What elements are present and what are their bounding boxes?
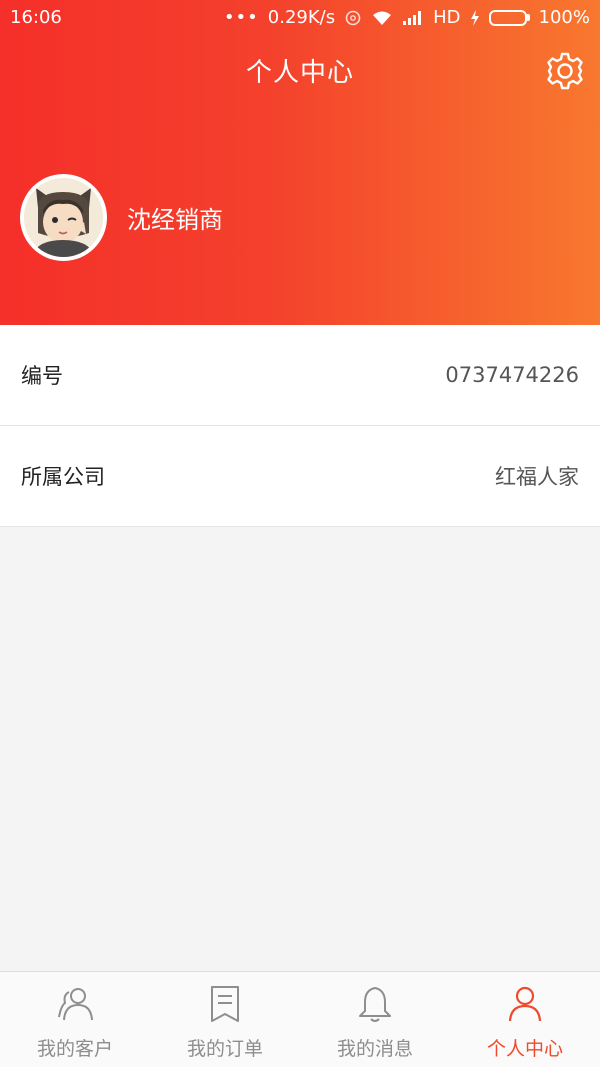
tab-my-orders[interactable]: 我的订单 xyxy=(150,972,300,1067)
tab-label: 我的消息 xyxy=(336,1038,413,1060)
avatar-image xyxy=(24,178,103,257)
signal-icon xyxy=(402,10,424,26)
status-time: 16:06 xyxy=(10,7,62,28)
info-row-company: 所属公司 红福人家 xyxy=(0,426,600,527)
company-label: 所属公司 xyxy=(21,465,105,489)
id-label: 编号 xyxy=(21,364,63,388)
network-speed: 0.29K/s xyxy=(267,7,336,28)
settings-button[interactable] xyxy=(544,50,586,92)
avatar[interactable] xyxy=(20,174,107,261)
tab-my-messages[interactable]: 我的消息 xyxy=(300,972,450,1067)
battery-percent: 100% xyxy=(538,7,590,28)
wifi-icon xyxy=(371,9,393,27)
tab-label: 我的订单 xyxy=(186,1038,263,1060)
tab-label: 个人中心 xyxy=(486,1038,563,1060)
info-list: 编号 0737474226 所属公司 红福人家 xyxy=(0,325,600,527)
bottom-tab-bar: 我的客户 我的订单 我的消息 个人中心 xyxy=(0,971,600,1067)
charging-icon xyxy=(470,9,480,26)
status-bar: 16:06 ••• 0.29K/s HD 100% xyxy=(0,0,600,36)
status-right: ••• 0.29K/s HD 100% xyxy=(224,7,590,28)
bell-icon xyxy=(355,984,395,1024)
customers-icon xyxy=(55,984,95,1024)
battery-icon xyxy=(488,9,530,26)
tab-my-customers[interactable]: 我的客户 xyxy=(0,972,150,1067)
profile-header: 16:06 ••• 0.29K/s HD 100% 个人中心 沈经销商 xyxy=(0,0,600,325)
person-icon xyxy=(505,984,545,1024)
page-title: 个人中心 xyxy=(245,58,354,88)
network-type: HD xyxy=(433,7,461,28)
tab-personal-center[interactable]: 个人中心 xyxy=(450,972,600,1067)
gear-icon xyxy=(547,52,583,90)
id-value: 0737474226 xyxy=(445,363,579,387)
company-value: 红福人家 xyxy=(495,465,579,489)
alarm-icon xyxy=(344,9,362,27)
tab-label: 我的客户 xyxy=(36,1038,113,1060)
orders-icon xyxy=(205,984,245,1024)
info-row-id: 编号 0737474226 xyxy=(0,325,600,426)
more-dots-icon: ••• xyxy=(223,6,259,28)
user-name: 沈经销商 xyxy=(127,206,223,234)
